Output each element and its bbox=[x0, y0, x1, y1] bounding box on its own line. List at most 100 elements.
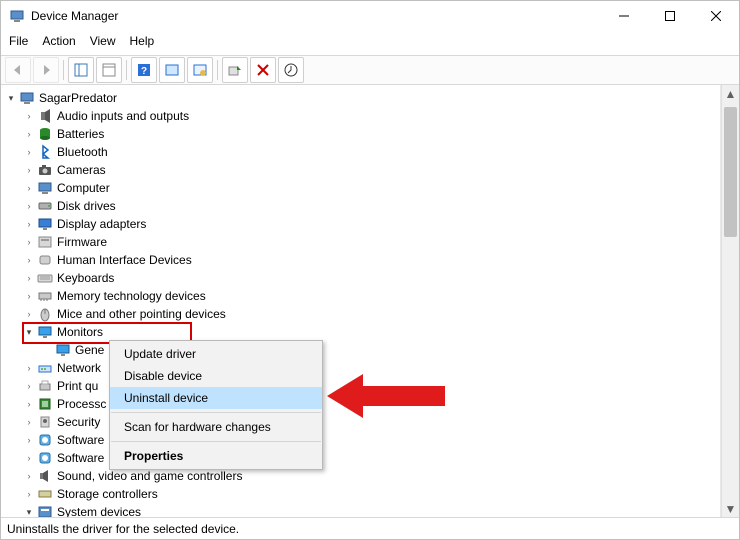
tree-category-label: Mice and other pointing devices bbox=[57, 307, 226, 321]
chevron-icon[interactable]: ▾ bbox=[23, 507, 35, 518]
context-menu-item[interactable]: Uninstall device bbox=[110, 387, 322, 409]
context-menu-item[interactable]: Disable device bbox=[110, 365, 322, 387]
chevron-icon[interactable]: › bbox=[23, 183, 35, 193]
storage-icon bbox=[37, 486, 53, 502]
battery-icon bbox=[37, 126, 53, 142]
chevron-icon[interactable]: › bbox=[23, 381, 35, 391]
keyboard-icon bbox=[37, 270, 53, 286]
tree-category[interactable]: ›Computer bbox=[1, 179, 720, 197]
menu-action[interactable]: Action bbox=[42, 34, 75, 48]
window-title: Device Manager bbox=[31, 9, 118, 23]
printer-icon bbox=[37, 378, 53, 394]
camera-icon bbox=[37, 162, 53, 178]
menu-view[interactable]: View bbox=[90, 34, 116, 48]
chevron-icon[interactable]: › bbox=[23, 291, 35, 301]
close-button[interactable] bbox=[693, 1, 739, 31]
tree-category[interactable]: › Memory technology devices bbox=[1, 287, 720, 305]
tree-category[interactable]: › Storage controllers bbox=[1, 485, 720, 503]
chevron-icon[interactable]: › bbox=[23, 147, 35, 157]
uninstall-tb-button[interactable] bbox=[250, 57, 276, 83]
tree-category[interactable]: › Mice and other pointing devices bbox=[1, 305, 720, 323]
tree-category[interactable]: ›Batteries bbox=[1, 125, 720, 143]
minimize-button[interactable] bbox=[601, 1, 647, 31]
tree-category-label: Network bbox=[57, 361, 101, 375]
vertical-scrollbar[interactable]: ▲ ▼ bbox=[721, 85, 739, 517]
maximize-button[interactable] bbox=[647, 1, 693, 31]
chevron-icon[interactable]: › bbox=[23, 111, 35, 121]
context-menu-item-label: Uninstall device bbox=[124, 391, 208, 405]
chevron-icon[interactable]: › bbox=[23, 399, 35, 409]
context-menu-item-label: Update driver bbox=[124, 347, 196, 361]
status-bar: Uninstalls the driver for the selected d… bbox=[1, 517, 739, 539]
chevron-icon[interactable]: › bbox=[23, 453, 35, 463]
show-hide-tree-button[interactable] bbox=[68, 57, 94, 83]
back-button[interactable] bbox=[5, 57, 31, 83]
chevron-down-icon[interactable]: ▾ bbox=[5, 93, 17, 104]
chevron-icon[interactable]: › bbox=[23, 489, 35, 499]
tree-category-label: Sound, video and game controllers bbox=[57, 469, 242, 483]
chevron-icon[interactable]: › bbox=[23, 255, 35, 265]
tree-category[interactable]: ›Firmware bbox=[1, 233, 720, 251]
chevron-icon[interactable]: › bbox=[23, 201, 35, 211]
tree-category[interactable]: ›Disk drives bbox=[1, 197, 720, 215]
scroll-down-icon[interactable]: ▼ bbox=[722, 500, 739, 517]
display-icon bbox=[37, 216, 53, 232]
context-menu-item[interactable]: Scan for hardware changes bbox=[110, 416, 322, 438]
memory-icon bbox=[37, 288, 53, 304]
computer-icon bbox=[37, 180, 53, 196]
chevron-icon[interactable]: › bbox=[23, 237, 35, 247]
menu-separator bbox=[111, 412, 321, 413]
computer-icon bbox=[19, 90, 35, 106]
tree-category-label: Monitors bbox=[57, 325, 103, 339]
chevron-icon[interactable]: › bbox=[23, 129, 35, 139]
device-manager-window: Device Manager File Action View Help ? ▾… bbox=[0, 0, 740, 540]
tree-category-label: Keyboards bbox=[57, 271, 114, 285]
menu-file[interactable]: File bbox=[9, 34, 28, 48]
tree-category[interactable]: ›Bluetooth bbox=[1, 143, 720, 161]
tree-category[interactable]: ▾System devices bbox=[1, 503, 720, 517]
scroll-up-icon[interactable]: ▲ bbox=[722, 85, 739, 102]
scroll-thumb[interactable] bbox=[724, 107, 737, 237]
chevron-icon[interactable]: › bbox=[23, 417, 35, 427]
mouse-icon bbox=[37, 306, 53, 322]
tree-category[interactable]: › Human Interface Devices bbox=[1, 251, 720, 269]
chevron-icon[interactable]: › bbox=[23, 363, 35, 373]
properties2-tb-button[interactable] bbox=[187, 57, 213, 83]
tree-category-label: Human Interface Devices bbox=[57, 253, 192, 267]
properties-tb-button[interactable] bbox=[96, 57, 122, 83]
system-icon bbox=[37, 504, 53, 517]
chevron-icon[interactable]: › bbox=[23, 309, 35, 319]
chevron-icon[interactable]: › bbox=[23, 273, 35, 283]
monitor-icon bbox=[37, 324, 53, 340]
tree-category-label: Print qu bbox=[57, 379, 98, 393]
context-menu-item[interactable]: Properties bbox=[110, 445, 322, 467]
tree-category[interactable]: ▾ Monitors bbox=[1, 323, 720, 341]
chevron-icon[interactable]: › bbox=[23, 165, 35, 175]
scan-hardware-tb-button[interactable] bbox=[222, 57, 248, 83]
chevron-icon[interactable]: › bbox=[23, 435, 35, 445]
status-text: Uninstalls the driver for the selected d… bbox=[7, 522, 239, 536]
tree-category[interactable]: › Keyboards bbox=[1, 269, 720, 287]
chevron-icon[interactable]: › bbox=[23, 471, 35, 481]
tree-root-label: SagarPredator bbox=[39, 91, 117, 105]
tree-category[interactable]: ›Display adapters bbox=[1, 215, 720, 233]
monitor-icon bbox=[55, 342, 71, 358]
tree-root[interactable]: ▾ SagarPredator bbox=[1, 89, 720, 107]
software-icon bbox=[37, 450, 53, 466]
app-icon bbox=[9, 8, 25, 24]
tree-device-label: Gene bbox=[75, 343, 104, 357]
tree-category[interactable]: ›Cameras bbox=[1, 161, 720, 179]
red-arrow-annotation bbox=[327, 368, 447, 424]
tree-category-label: Security bbox=[57, 415, 100, 429]
help-tb-button[interactable]: ? bbox=[131, 57, 157, 83]
tree-category[interactable]: ›Audio inputs and outputs bbox=[1, 107, 720, 125]
tree-category-label: Storage controllers bbox=[57, 487, 158, 501]
menu-help[interactable]: Help bbox=[130, 34, 155, 48]
chevron-icon[interactable]: › bbox=[23, 219, 35, 229]
tree-category-label: Memory technology devices bbox=[57, 289, 206, 303]
forward-button[interactable] bbox=[33, 57, 59, 83]
chevron-icon[interactable]: ▾ bbox=[23, 327, 35, 338]
context-menu-item[interactable]: Update driver bbox=[110, 343, 322, 365]
refresh-tb-button[interactable] bbox=[159, 57, 185, 83]
update-driver-tb-button[interactable] bbox=[278, 57, 304, 83]
